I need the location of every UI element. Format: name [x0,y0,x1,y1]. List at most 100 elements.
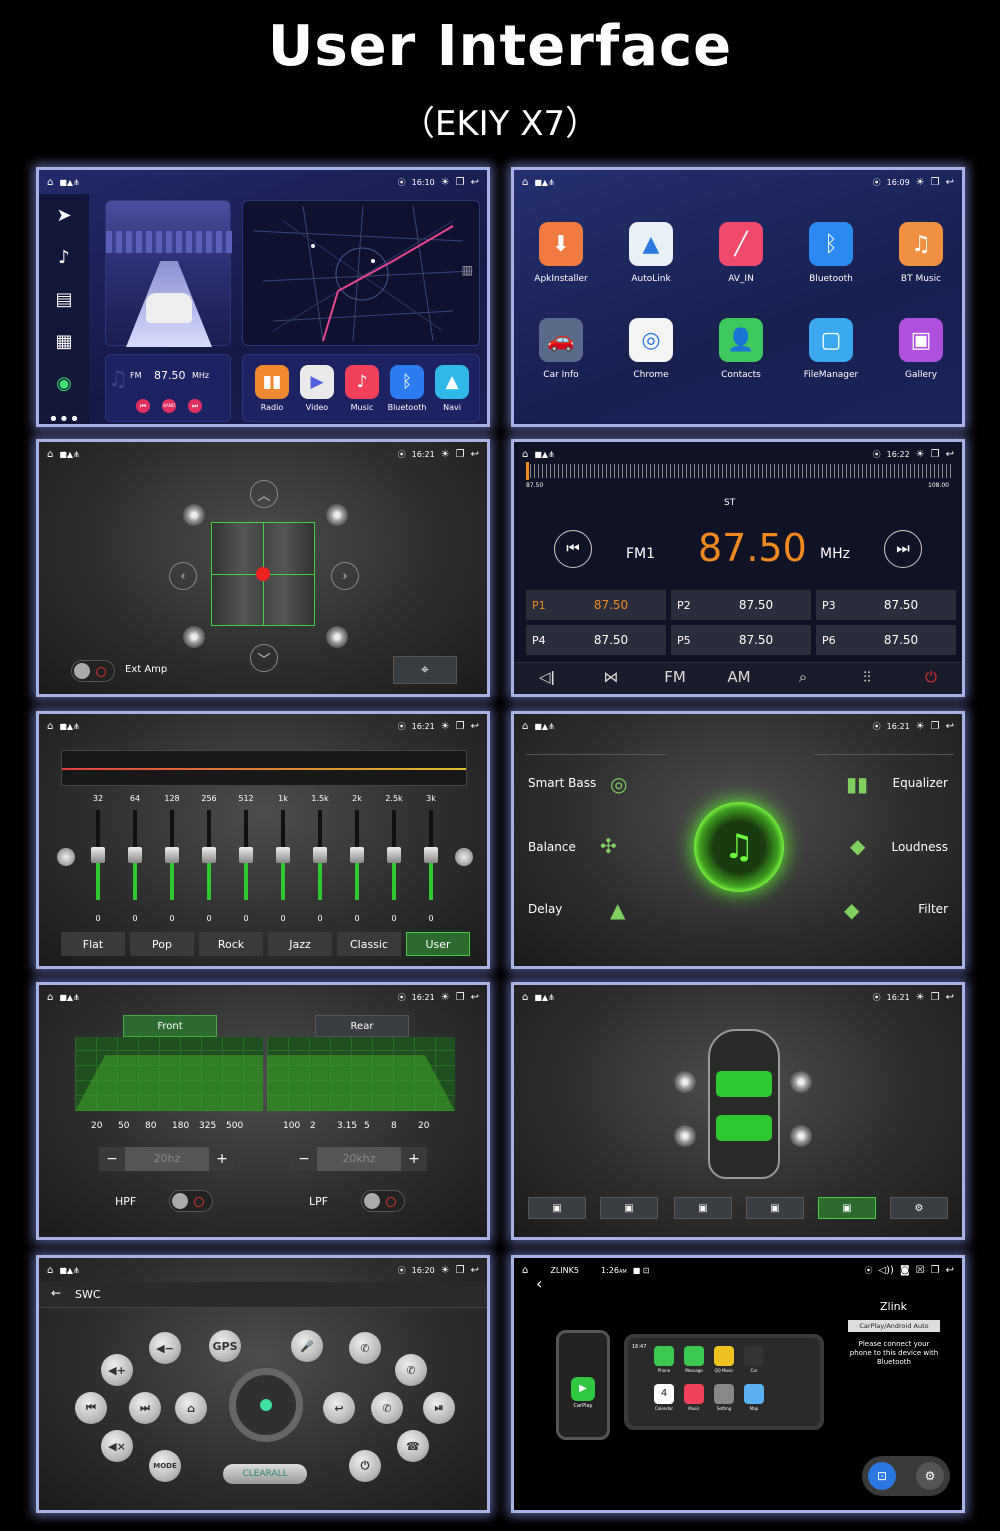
mode-button[interactable]: MODE [149,1450,181,1482]
dock-app-music[interactable]: ♪ Music [342,365,382,412]
app-avin[interactable]: ╱ AV_IN [702,222,780,284]
search-button[interactable]: ⌕ [778,668,828,686]
band-button[interactable]: BAND [162,399,176,413]
home-icon[interactable]: ⌂ [522,1265,528,1276]
app-carinfo[interactable]: 🚗 Car Info [522,318,600,380]
settings-button[interactable]: ⫶⫶ [842,668,892,686]
next-track-button[interactable]: ⏭ [129,1392,161,1424]
app-apkinstaller[interactable]: ⬇ ApkInstaller [522,222,600,284]
brightness-icon[interactable]: ☀ [441,177,450,188]
call-button[interactable]: ✆ [371,1392,403,1424]
home-icon[interactable]: ⌂ [522,449,528,460]
eq-slider-knob[interactable] [350,847,364,863]
position-custom-button[interactable]: ⚙ [890,1197,948,1219]
eq-preset-rock[interactable]: Rock [199,932,263,956]
position-front-right-button[interactable]: ▣ [674,1197,732,1219]
dock-app-bluetooth[interactable]: ᛒ Bluetooth [387,365,427,412]
home-icon[interactable]: ⌂ [47,992,53,1003]
eq-slider-knob[interactable] [239,847,253,863]
equalizer-item[interactable]: Equalizer [893,776,948,790]
lpf-toggle[interactable] [361,1190,405,1212]
hpf-minus-button[interactable]: − [99,1147,125,1171]
close-icon[interactable]: ☒ [916,1265,925,1276]
windows-icon[interactable]: ❐ [931,992,940,1003]
cast-button[interactable]: ⊡ [868,1462,896,1490]
loop-button[interactable]: ⋈ [586,668,636,686]
mute-button[interactable]: ◁ǀ [522,668,572,686]
settings-button[interactable]: ⚙ [916,1462,944,1490]
back-icon[interactable]: ↩ [946,449,954,460]
eq-slider-knob[interactable] [165,847,179,863]
home-icon[interactable]: ⌂ [47,1265,53,1276]
windows-icon[interactable]: ❐ [456,449,465,460]
eq-slider-knob[interactable] [91,847,105,863]
reset-target-button[interactable]: ⌖ [393,656,457,684]
hpf-value-field[interactable]: 20hz [125,1147,209,1171]
windows-icon[interactable]: ❐ [931,177,940,188]
volume-up-button[interactable]: ◀+ [101,1354,133,1386]
balance-item[interactable]: Balance [528,840,576,854]
apps-icon[interactable]: ▦ [39,320,89,362]
preset-button-4[interactable]: P4 87.50 [526,625,666,655]
back-chevron-icon[interactable]: ‹ [536,1274,542,1293]
eq-slider-knob[interactable] [276,847,290,863]
prev-track-button[interactable]: ⏮ [75,1392,107,1424]
dock-app-navi[interactable]: ▲ Navi [432,365,472,412]
windows-icon[interactable]: ❐ [931,449,940,460]
back-icon[interactable]: ↩ [946,721,954,732]
position-all-button[interactable]: ▣ [528,1197,586,1219]
music-hub-icon[interactable]: ♫ [694,802,784,892]
driving-card[interactable] [105,200,232,347]
balance-point[interactable] [256,567,270,581]
eq-preset-pop[interactable]: Pop [130,932,194,956]
home-icon[interactable]: ⌂ [522,721,528,732]
preset-button-1[interactable]: P1 87.50 [526,590,666,620]
eq-slider-knob[interactable] [387,847,401,863]
arrow-down-button[interactable]: ﹀ [250,644,278,672]
arrow-up-button[interactable]: ︿ [250,480,278,508]
hangup-button[interactable]: ✆ [395,1354,427,1386]
frequency-scale[interactable] [526,464,952,478]
home-icon[interactable]: ⌂ [47,721,53,732]
eq-preset-classic[interactable]: Classic [337,932,401,956]
position-driver-button[interactable]: ▣ [818,1197,876,1219]
windows-icon[interactable]: ❐ [456,1265,465,1276]
call-prev-button[interactable]: ✆ [349,1332,381,1364]
music-icon[interactable]: ♪ [39,236,89,278]
back-arrow-icon[interactable]: ← [51,1286,61,1300]
hpf-toggle[interactable] [169,1190,213,1212]
preset-button-3[interactable]: P3 87.50 [816,590,956,620]
app-gallery[interactable]: ▣ Gallery [882,318,960,380]
gps-button[interactable]: GPS [209,1330,241,1362]
app-btmusic[interactable]: ♫ BT Music [882,222,960,284]
home-icon[interactable]: ⌂ [522,177,528,188]
preset-button-6[interactable]: P6 87.50 [816,625,956,655]
eq-slider-knob[interactable] [313,847,327,863]
eq-slider-knob[interactable] [424,847,438,863]
home-icon[interactable]: ⌂ [522,992,528,1003]
am-button[interactable]: AM [714,668,764,686]
phone-end-button[interactable]: ☎ [397,1430,429,1462]
preset-button-5[interactable]: P5 87.50 [671,625,811,655]
preset-button-2[interactable]: P2 87.50 [671,590,811,620]
volume-down-button[interactable]: ◀− [149,1332,181,1364]
dock-app-video[interactable]: ▶ Video [297,365,337,412]
brightness-icon[interactable]: ☀ [441,721,450,732]
eq-preset-user[interactable]: User [406,932,470,956]
app-filemanager[interactable]: ▢ FileManager [792,318,870,380]
home-icon[interactable]: ⌂ [47,177,53,188]
seek-back-button[interactable]: ⏮ [554,530,592,568]
lpf-plus-button[interactable]: + [401,1147,427,1171]
mute-button[interactable]: ◀× [101,1430,133,1462]
power-button[interactable]: ⏻ [349,1450,381,1482]
play-pause-button[interactable]: ⏯ [423,1392,455,1424]
brightness-icon[interactable]: ☀ [916,177,925,188]
lpf-minus-button[interactable]: − [291,1147,317,1171]
eq-slider-knob[interactable] [128,847,142,863]
brightness-icon[interactable]: ☀ [441,449,450,460]
arrow-right-button[interactable]: › [331,562,359,590]
navigation-icon[interactable]: ➤ [39,194,89,236]
brightness-icon[interactable]: ☀ [916,992,925,1003]
eq-slider-knob[interactable] [202,847,216,863]
ext-amp-toggle[interactable] [71,660,115,682]
